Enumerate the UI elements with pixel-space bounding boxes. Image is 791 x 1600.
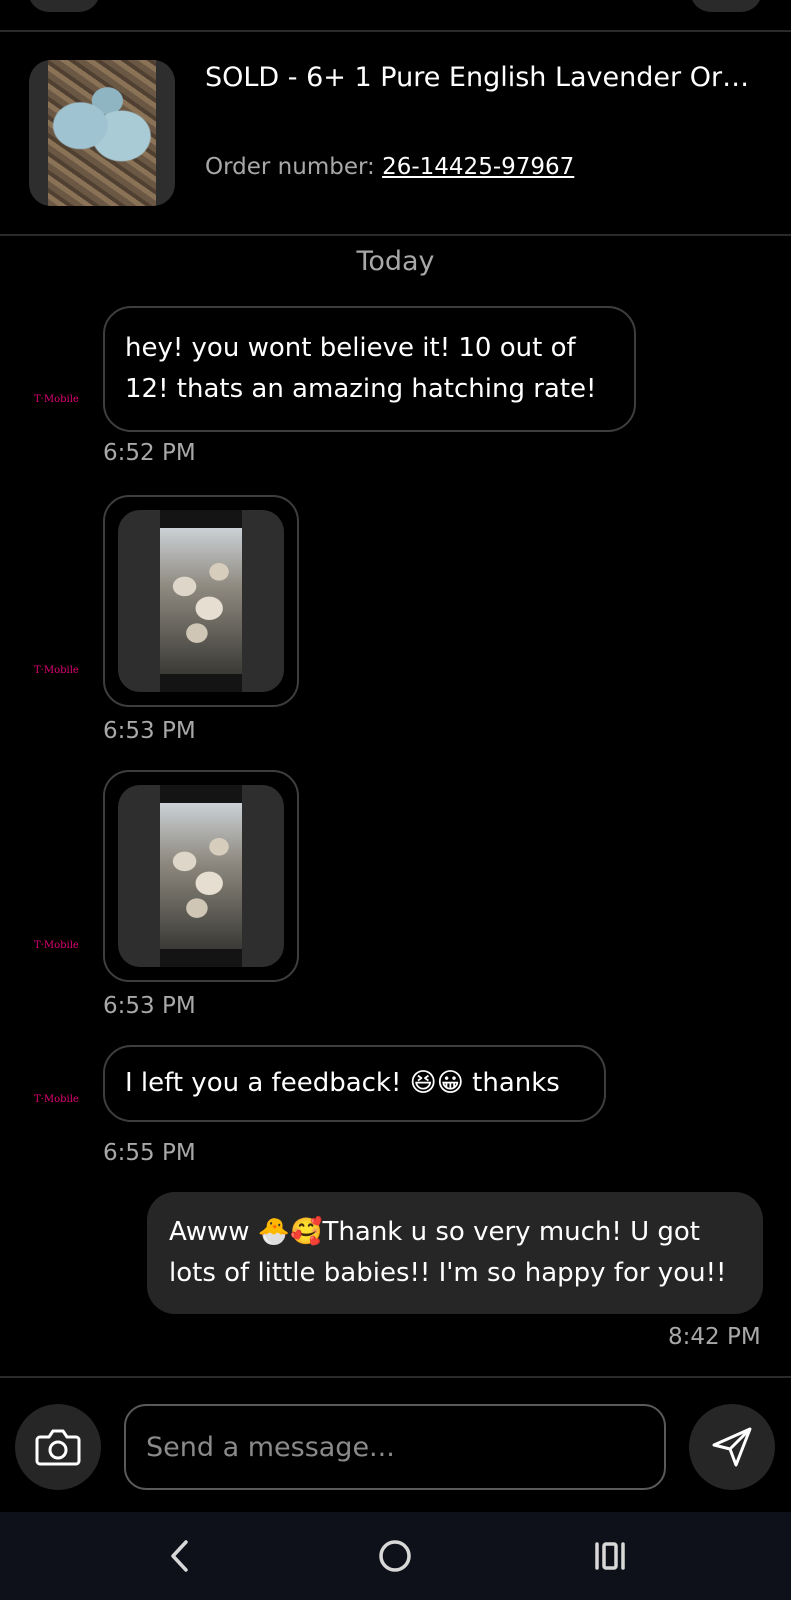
- message-text: hey! you wont believe it! 10 out of 12! …: [125, 333, 597, 404]
- avatar-brand: T·Mobile: [34, 665, 79, 676]
- recents-nav-icon: [595, 1542, 625, 1570]
- message-timestamp: 6:52 PM: [103, 440, 196, 466]
- system-nav-bar: [0, 1512, 791, 1600]
- send-icon: [712, 1427, 752, 1467]
- message-text: I left you a feedback! 😆😀 thanks: [125, 1068, 560, 1098]
- order-label: Order number:: [205, 154, 383, 180]
- avatar: T·Mobile: [34, 395, 82, 409]
- day-separator: Today: [356, 246, 435, 277]
- message-bubble-incoming[interactable]: I left you a feedback! 😆😀 thanks: [103, 1045, 606, 1122]
- order-line: Order number: 26-14425-97967: [205, 154, 574, 180]
- camera-icon: [35, 1429, 81, 1466]
- avatar: T·Mobile: [34, 941, 82, 955]
- item-photo: [48, 60, 156, 206]
- nav-home-button[interactable]: [365, 1530, 425, 1582]
- image-message[interactable]: [103, 495, 299, 707]
- avatar-brand: T·Mobile: [34, 394, 79, 405]
- back-nav-icon: [171, 1540, 188, 1572]
- item-header[interactable]: SOLD - 6+ 1 Pure English Lavender Orpi..…: [0, 32, 791, 236]
- video-letterbox: [160, 785, 242, 967]
- video-letterbox: [160, 510, 242, 692]
- order-number-link[interactable]: 26-14425-97967: [382, 154, 574, 180]
- message-timestamp: 8:42 PM: [668, 1324, 761, 1350]
- nav-recents-button[interactable]: [580, 1530, 640, 1582]
- send-button[interactable]: [689, 1404, 775, 1490]
- message-input[interactable]: [124, 1404, 666, 1490]
- chicks-photo: [160, 803, 242, 949]
- image-preview: [118, 785, 284, 967]
- home-nav-icon: [379, 1540, 411, 1572]
- top-bar: [0, 0, 791, 32]
- chicks-photo: [160, 528, 242, 674]
- avatar-brand: T·Mobile: [34, 940, 79, 951]
- item-title[interactable]: SOLD - 6+ 1 Pure English Lavender Orpi..…: [205, 62, 765, 93]
- back-button[interactable]: [28, 0, 100, 12]
- nav-back-button[interactable]: [150, 1530, 210, 1582]
- item-thumbnail[interactable]: [29, 60, 175, 206]
- message-timestamp: 6:53 PM: [103, 993, 196, 1019]
- message-text: Awww 🐣🥰Thank u so very much! U got lots …: [169, 1217, 727, 1288]
- more-button[interactable]: [690, 0, 762, 12]
- message-timestamp: 6:55 PM: [103, 1140, 196, 1166]
- camera-button[interactable]: [15, 1404, 101, 1490]
- avatar: T·Mobile: [34, 1095, 82, 1109]
- avatar: T·Mobile: [34, 666, 82, 680]
- image-message[interactable]: [103, 770, 299, 982]
- avatar-brand: T·Mobile: [34, 1094, 79, 1105]
- message-timestamp: 6:53 PM: [103, 718, 196, 744]
- image-preview: [118, 510, 284, 692]
- message-composer: [0, 1376, 791, 1512]
- message-bubble-outgoing[interactable]: Awww 🐣🥰Thank u so very much! U got lots …: [147, 1192, 763, 1314]
- message-bubble-incoming[interactable]: hey! you wont believe it! 10 out of 12! …: [103, 306, 636, 432]
